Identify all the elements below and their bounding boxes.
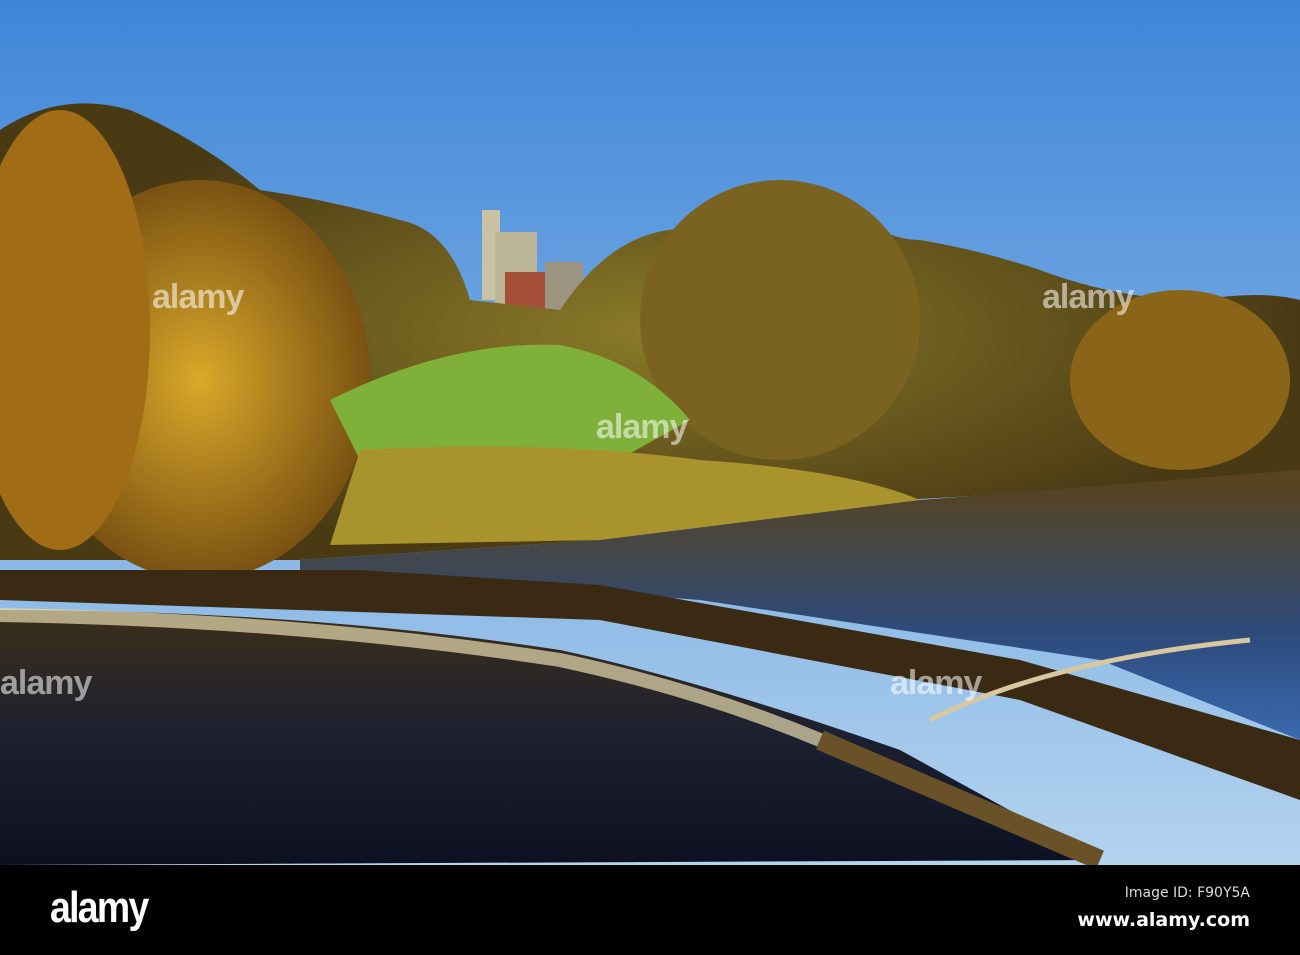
watermark: alamy	[0, 664, 92, 702]
stock-photo-page: alamy alamy alamy alamy alamy alamy Imag…	[0, 0, 1300, 955]
image-id: Image ID: F90Y5A	[1124, 885, 1250, 901]
footer-bar: alamy Image ID: F90Y5A www.alamy.com	[0, 865, 1300, 955]
site-url: www.alamy.com	[1077, 909, 1250, 931]
watermark: alamy	[152, 278, 244, 316]
alamy-logo: alamy	[50, 883, 149, 932]
watermark: alamy	[890, 664, 982, 702]
watermark: alamy	[596, 408, 688, 446]
watermark: alamy	[1042, 278, 1134, 316]
